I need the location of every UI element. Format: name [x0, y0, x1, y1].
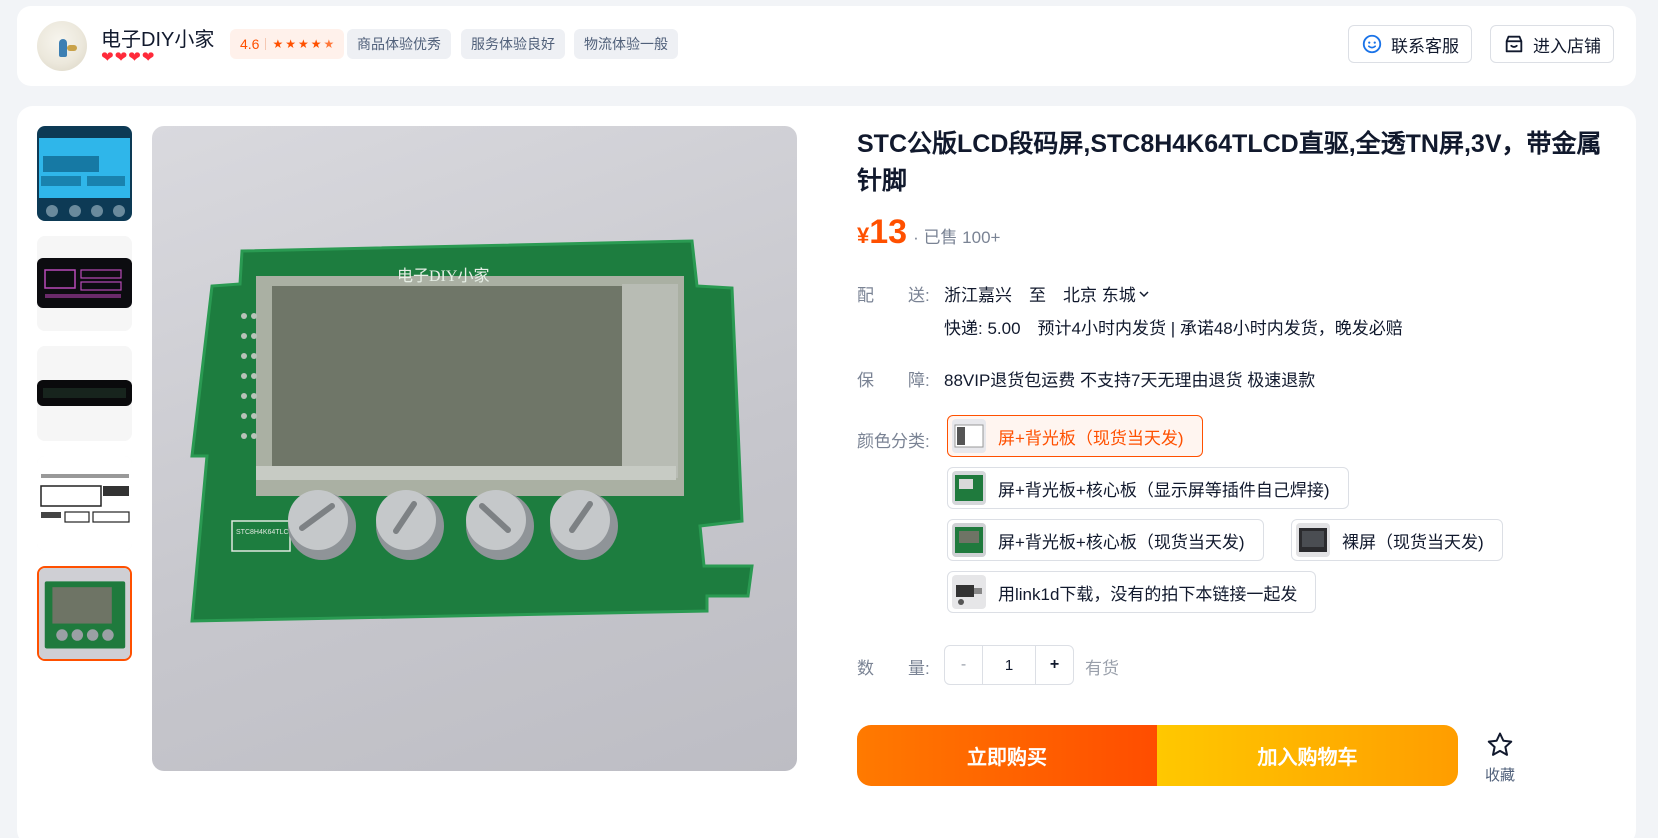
- thumbnail-3[interactable]: [37, 346, 132, 441]
- sku-thumbnail: [1296, 523, 1330, 557]
- star-icon: ★: [272, 37, 284, 51]
- favorite-label: 收藏: [1484, 767, 1515, 784]
- sku-label: 颜色分类:: [857, 432, 930, 451]
- shop-name[interactable]: 电子DIY小家: [101, 23, 214, 52]
- sold-count: · 已售 100+: [913, 228, 1001, 247]
- contact-service-label: 联系客服: [1391, 36, 1459, 56]
- lcd-board-illustration: 电子DIY小家 STC8H4K64TLCD: [190, 239, 754, 623]
- customer-service-icon: [1362, 34, 1382, 54]
- heart-icon: ❤: [141, 49, 155, 66]
- chevron-down-icon: [1139, 290, 1149, 297]
- product-title: STC公版LCD段码屏,STC8H4K64TLCD直驱,全透TN屏,3V，带金属…: [857, 130, 1602, 195]
- thumbnail-image: [37, 236, 132, 331]
- tag-service-experience: 服务体验良好: [461, 29, 565, 59]
- sku-thumbnail: [952, 419, 986, 453]
- sku-option[interactable]: 屏+背光板（现货当天发): [947, 415, 1203, 457]
- avatar-figure: [59, 39, 67, 57]
- shop-credit-hearts: ❤ ❤ ❤ ❤: [101, 50, 154, 66]
- board-label-text: STC8H4K64TLCD: [236, 529, 294, 536]
- quantity-label: 数 量:: [857, 659, 930, 678]
- star-icon: ★: [285, 37, 296, 51]
- rating-score: 4.6: [240, 36, 260, 52]
- thumbnail-2[interactable]: [37, 236, 132, 331]
- sku-option[interactable]: 用link1d下载，没有的拍下本链接一起发: [947, 571, 1317, 613]
- delivery-route-text: 浙江嘉兴 至 北京 东城: [944, 286, 1136, 305]
- tag-product-experience: 商品体验优秀: [347, 29, 451, 59]
- delivery-detail: 快递: 5.00 预计4小时内发货 | 承诺48小时内发货，晚发必赔: [944, 319, 1403, 338]
- sku-option-label: 屏+背光板（现货当天发): [998, 428, 1184, 448]
- sku-option-label: 用link1d下载，没有的拍下本链接一起发: [998, 584, 1298, 604]
- heart-icon: ❤: [101, 49, 114, 66]
- sku-option-label: 裸屏（现货当天发): [1342, 532, 1484, 552]
- board-silk-text: 电子DIY小家: [397, 267, 489, 285]
- avatar-figure-detail: [67, 45, 77, 51]
- quantity-increase-button[interactable]: +: [1035, 646, 1073, 684]
- guarantee-label: 保 障:: [857, 371, 930, 390]
- enter-store-button[interactable]: 进入店铺: [1490, 25, 1614, 63]
- star-icon: ★: [310, 37, 322, 51]
- favorite-button[interactable]: 收藏: [1480, 730, 1520, 785]
- sku-option-label: 屏+背光板+核心板（显示屏等插件自己焊接): [998, 480, 1330, 500]
- thumbnail-4[interactable]: [37, 456, 132, 551]
- star-icon: [1487, 732, 1513, 756]
- thumbnail-image: [37, 346, 132, 441]
- quantity-decrease-button[interactable]: -: [945, 646, 983, 684]
- contact-service-button[interactable]: 联系客服: [1348, 25, 1472, 63]
- divider: [265, 38, 267, 50]
- thumbnail-image: [37, 126, 132, 221]
- main-product-image[interactable]: 电子DIY小家 STC8H4K64TLCD: [152, 126, 797, 771]
- sku-option[interactable]: 屏+背光板+核心板（显示屏等插件自己焊接): [947, 467, 1349, 509]
- thumbnail-5[interactable]: [37, 566, 132, 661]
- shop-rating: 4.6 ★ ★ ★ ★ ★: [230, 29, 345, 59]
- thumbnail-1[interactable]: [37, 126, 132, 221]
- buy-now-button[interactable]: 立即购买: [857, 725, 1157, 786]
- sku-option[interactable]: 裸屏（现货当天发): [1291, 519, 1503, 561]
- price: 13: [869, 213, 908, 251]
- sku-thumbnail: [952, 575, 986, 609]
- star-icon: ★: [298, 37, 309, 51]
- star-icon: ★: [323, 37, 335, 51]
- rating-stars: ★ ★ ★ ★ ★: [272, 37, 334, 51]
- enter-store-label: 进入店铺: [1533, 36, 1601, 56]
- quantity-stepper: - 1 +: [944, 645, 1074, 685]
- stock-status: 有货: [1085, 659, 1119, 678]
- sku-option[interactable]: 屏+背光板+核心板（现货当天发): [947, 519, 1264, 561]
- add-to-cart-button[interactable]: 加入购物车: [1157, 725, 1458, 786]
- shop-avatar[interactable]: [37, 21, 87, 71]
- sku-thumbnail: [952, 471, 986, 505]
- quantity-input[interactable]: 1: [983, 646, 1035, 684]
- tag-logistics-experience: 物流体验一般: [574, 29, 678, 59]
- heart-icon: ❤: [128, 49, 141, 66]
- currency-symbol: ¥: [857, 223, 870, 248]
- purchase-actions: 立即购买 加入购物车: [857, 725, 1458, 786]
- guarantee-value: 88VIP退货包运费 不支持7天无理由退货 极速退款: [944, 371, 1316, 390]
- delivery-route[interactable]: 浙江嘉兴 至 北京 东城: [944, 281, 1150, 306]
- store-icon: [1505, 35, 1523, 53]
- sku-thumbnail: [952, 523, 986, 557]
- price-row: ¥ 13 · 已售 100+: [857, 213, 1000, 252]
- delivery-label: 配 送:: [857, 286, 930, 305]
- shop-header: 电子DIY小家 ❤ ❤ ❤ ❤ 4.6 ★ ★ ★ ★ ★ 商品体验优秀 服务体…: [17, 6, 1636, 86]
- sku-option-label: 屏+背光板+核心板（现货当天发): [998, 532, 1245, 552]
- thumbnail-image: [39, 568, 130, 659]
- thumbnail-image: [37, 456, 132, 551]
- heart-icon: ❤: [114, 49, 128, 66]
